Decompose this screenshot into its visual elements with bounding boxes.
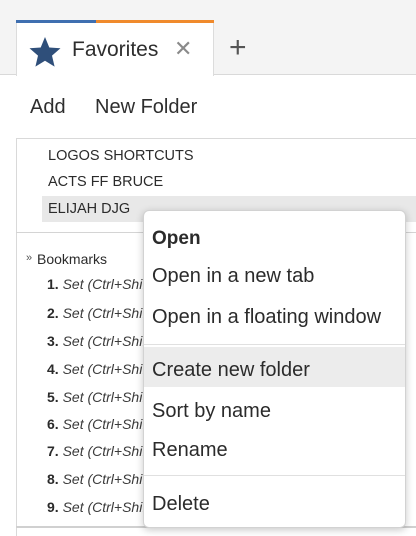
tab-title[interactable]: Favorites [72,36,158,64]
chevron-down-icon[interactable]: » [26,251,32,265]
bookmark-item[interactable]: 5. Set (Ctrl+Shift+5) [47,387,157,407]
bookmark-number: 9. [47,499,59,515]
star-icon [28,36,62,68]
menu-separator [144,344,405,345]
bookmark-item[interactable]: 2. Set (Ctrl+Shift+2) [47,303,157,323]
bookmark-item[interactable]: 9. Set (Ctrl+Shift+9) [47,497,157,517]
bookmark-number: 2. [47,305,59,321]
menu-item-create-new-folder[interactable]: Create new folder [152,357,310,383]
bookmark-item[interactable]: 6. Set (Ctrl+Shift+6) [47,414,157,434]
bookmark-number: 4. [47,361,59,377]
bookmark-item[interactable]: 7. Set (Ctrl+Shift+7) [47,441,157,461]
bookmarks-heading[interactable]: Bookmarks [37,250,107,268]
favorite-item[interactable]: LOGOS SHORTCUTS [48,146,194,166]
tab-accent-bar-highlight [96,20,214,23]
bookmark-item[interactable]: 3. Set (Ctrl+Shift+3) [47,331,157,351]
menu-item-delete[interactable]: Delete [152,491,210,517]
context-menu: Open Open in a new tab Open in a floatin… [143,210,406,528]
add-button[interactable]: Add [30,94,66,120]
bookmark-number: 5. [47,389,59,405]
bookmark-item[interactable]: 1. Set (Ctrl+Shift+1) [47,274,157,294]
favorite-item-selected[interactable]: ELIJAH DJG [48,199,130,219]
add-tab-button[interactable]: + [229,31,247,65]
bookmark-number: 6. [47,416,59,432]
menu-item-open-new-tab[interactable]: Open in a new tab [152,263,314,289]
new-folder-button[interactable]: New Folder [95,94,197,120]
bookmark-item[interactable]: 4. Set (Ctrl+Shift+4) [47,359,157,379]
close-icon[interactable]: ✕ [174,35,192,63]
menu-item-open[interactable]: Open [152,226,201,252]
menu-item-rename[interactable]: Rename [152,437,228,463]
bookmark-number: 1. [47,276,59,292]
menu-separator [144,475,405,476]
menu-item-open-floating-window[interactable]: Open in a floating window [152,304,381,330]
bookmark-number: 3. [47,333,59,349]
tab-accent-bar [16,20,96,23]
menu-item-sort-by-name[interactable]: Sort by name [152,398,271,424]
favorite-item[interactable]: ACTS FF BRUCE [48,172,163,192]
bookmark-number: 8. [47,471,59,487]
bookmark-item[interactable]: 8. Set (Ctrl+Shift+8) [47,469,157,489]
bookmark-number: 7. [47,443,59,459]
